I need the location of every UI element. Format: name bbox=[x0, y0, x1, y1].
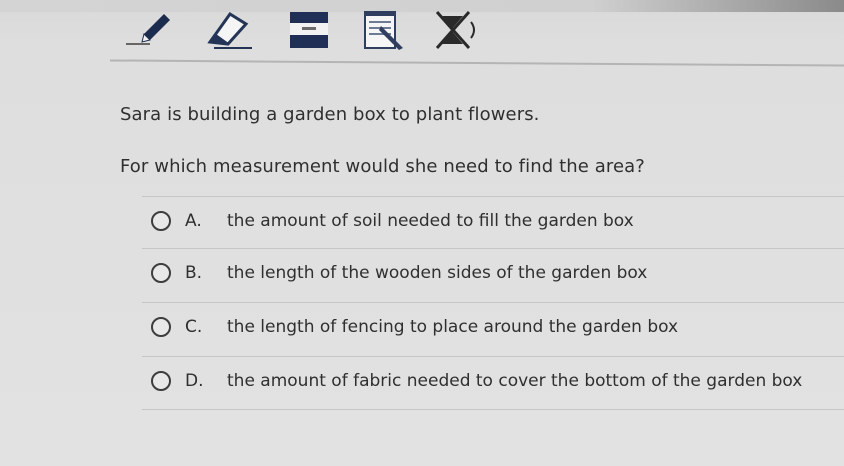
pencil-tool-button[interactable] bbox=[120, 8, 176, 52]
radio-button-c[interactable] bbox=[151, 317, 171, 337]
eraser-icon bbox=[207, 11, 252, 49]
option-letter-b: B. bbox=[185, 263, 203, 283]
highlighter-tool-button[interactable] bbox=[282, 8, 338, 52]
option-text-a: the amount of soil needed to fill the ga… bbox=[227, 211, 634, 231]
tool-bar bbox=[0, 0, 844, 62]
highlighter-icon bbox=[290, 12, 328, 48]
option-text-b: the length of the wooden sides of the ga… bbox=[227, 263, 648, 283]
notepad-icon bbox=[364, 11, 403, 50]
radio-button-b[interactable] bbox=[151, 263, 171, 283]
option-letter-c: C. bbox=[185, 317, 203, 337]
question-stem-prompt: For which measurement would she need to … bbox=[120, 156, 645, 177]
notepad-tool-button[interactable] bbox=[355, 8, 411, 52]
option-text-d: the amount of fabric needed to cover the… bbox=[227, 371, 803, 391]
answer-eliminator-tool-button[interactable] bbox=[433, 8, 489, 52]
radio-button-a[interactable] bbox=[151, 211, 171, 231]
answer-option-b[interactable]: B. the length of the wooden sides of the… bbox=[142, 248, 844, 302]
answer-option-d[interactable]: D. the amount of fabric needed to cover … bbox=[142, 356, 844, 410]
answer-option-a[interactable]: A. the amount of soil needed to fill the… bbox=[142, 196, 844, 248]
option-letter-d: D. bbox=[185, 371, 204, 391]
answer-eliminator-icon bbox=[435, 11, 475, 49]
answer-options: A. the amount of soil needed to fill the… bbox=[142, 196, 844, 410]
question-stem-context: Sara is building a garden box to plant f… bbox=[120, 104, 540, 125]
radio-button-d[interactable] bbox=[151, 371, 171, 391]
eraser-tool-button[interactable] bbox=[200, 8, 256, 52]
answer-option-c[interactable]: C. the length of fencing to place around… bbox=[142, 302, 844, 356]
pencil-icon bbox=[126, 14, 170, 45]
option-letter-a: A. bbox=[185, 211, 202, 231]
option-text-c: the length of fencing to place around th… bbox=[227, 317, 679, 337]
